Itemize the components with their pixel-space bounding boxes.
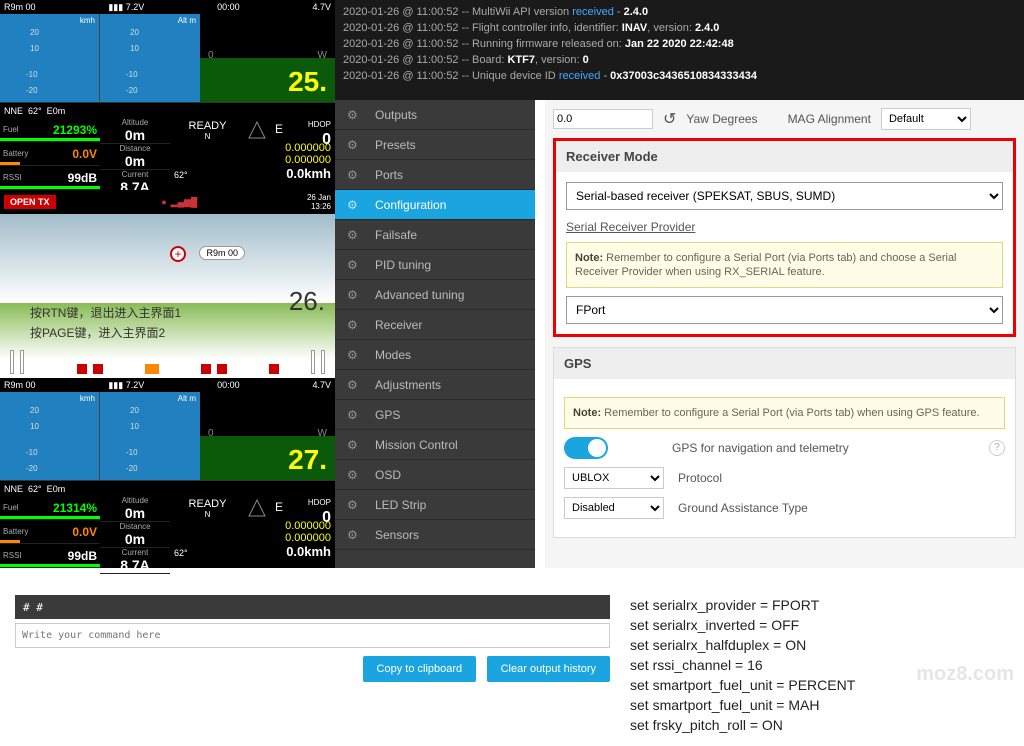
yaw-label: Yaw Degrees (686, 112, 757, 126)
rssi-value: 99dB (68, 171, 97, 185)
nav-item-receiver[interactable]: ⚙Receiver (335, 310, 535, 340)
cli-command: set serialrx_provider = FPORT (630, 595, 855, 615)
ground-assist-label: Ground Assistance Type (678, 501, 808, 515)
gps-toggle[interactable] (564, 437, 608, 459)
help-icon[interactable]: ? (989, 440, 1005, 456)
protocol-select[interactable]: UBLOX (564, 467, 664, 489)
nav-item-osd[interactable]: ⚙OSD (335, 460, 535, 490)
slide-number-27: 27. (288, 444, 327, 476)
opentx-badge: OPEN TX (4, 195, 56, 209)
time: 00:00 (217, 2, 240, 12)
serial-receiver-provider-label: Serial Receiver Provider (566, 220, 1003, 234)
cli-command: set serialrx_inverted = OFF (630, 615, 855, 635)
nav-icon: ⚙ (347, 438, 365, 452)
ground-assist-select[interactable]: Disabled (564, 497, 664, 519)
mag-select[interactable]: Default (881, 108, 971, 130)
nav-icon: ⚙ (347, 168, 365, 182)
cli-command: set frsky_pitch_roll = ON (630, 715, 855, 735)
fuel-value: 21293% (53, 123, 97, 137)
opentx-screen: OPEN TX ● ▂▄▆█ 26 Jan13:26 + R9m 00 按RTN… (0, 190, 335, 378)
log-console: 2020-01-26 @ 11:00:52 -- MultiWii API ve… (335, 0, 1024, 100)
receiver-mode-title: Receiver Mode (556, 141, 1013, 172)
signal-icon: ▂▄▆█ (171, 197, 198, 208)
receiver-mode-select[interactable]: Serial-based receiver (SPEKSAT, SBUS, SU… (566, 182, 1003, 210)
nav-icon: ⚙ (347, 198, 365, 212)
battery-value: 0.0V (72, 147, 97, 161)
nav-item-outputs[interactable]: ⚙Outputs (335, 100, 535, 130)
note-box: Note: Remember to configure a Serial Por… (566, 242, 1003, 288)
nav-item-modes[interactable]: ⚙Modes (335, 340, 535, 370)
nav-icon: ⚙ (347, 138, 365, 152)
nav-icon: ⚙ (347, 228, 365, 242)
nav-icon: ⚙ (347, 288, 365, 302)
instruction-1: 按RTN键，退出进入主界面1 (30, 304, 181, 321)
nav-icon: ⚙ (347, 378, 365, 392)
gps-panel: GPS Note: Remember to configure a Serial… (553, 347, 1016, 538)
gps-title: GPS (554, 348, 1015, 379)
volt1: 7.2V (126, 2, 145, 12)
watermark: moz8.com (916, 663, 1014, 686)
model-name: R9m 00 (4, 2, 36, 12)
nav-item-presets[interactable]: ⚙Presets (335, 130, 535, 160)
nav-icon: ⚙ (347, 108, 365, 122)
serial-receiver-select[interactable]: FPort (566, 296, 1003, 324)
nav-icon: ⚙ (347, 348, 365, 362)
cli-command: set smartport_fuel_unit = MAH (630, 695, 855, 715)
batt-icon: ▮▮▮ (108, 2, 123, 13)
slide-number-26: 26. (289, 286, 325, 317)
nav-icon: ⚙ (347, 528, 365, 542)
protocol-label: Protocol (678, 471, 722, 485)
hud: kmh 20 10 -10 -20 Alt m 20 10 -10 -20 0 … (0, 14, 335, 102)
volt2: 4.7V (312, 2, 331, 12)
nav-icon: ⚙ (347, 498, 365, 512)
nav-item-adjustments[interactable]: ⚙Adjustments (335, 370, 535, 400)
nav-icon: ⚙ (347, 318, 365, 332)
cli-input[interactable] (15, 623, 610, 648)
nav-item-pid-tuning[interactable]: ⚙PID tuning (335, 250, 535, 280)
sidebar-nav: ⚙Outputs⚙Presets⚙Ports⚙Configuration⚙Fai… (335, 100, 535, 568)
receiver-mode-panel: Receiver Mode Serial-based receiver (SPE… (553, 138, 1016, 337)
clear-history-button[interactable]: Clear output history (487, 656, 610, 682)
yaw-icon: ↺ (663, 109, 676, 129)
nav-item-sensors[interactable]: ⚙Sensors (335, 520, 535, 550)
nav-item-configuration[interactable]: ⚙Configuration (335, 190, 535, 220)
slide-number-25: 25. (288, 66, 327, 98)
instruction-2: 按PAGE键，进入主界面2 (30, 324, 165, 341)
config-panel: ↺ Yaw Degrees MAG Alignment Default Rece… (545, 100, 1024, 568)
copy-clipboard-button[interactable]: Copy to clipboard (363, 656, 477, 682)
cli-commands-list: set serialrx_provider = FPORTset serialr… (630, 595, 855, 735)
gps-nav-label: GPS for navigation and telemetry (672, 441, 849, 455)
model-pill: R9m 00 (199, 246, 245, 260)
nav-icon: ⚙ (347, 408, 365, 422)
nav-item-ports[interactable]: ⚙Ports (335, 160, 535, 190)
compass-bar: N NE 62° E 0m (0, 102, 335, 118)
nav-icon: ⚙ (347, 258, 365, 272)
telemetry-screen-1: R9m 00 ▮▮▮ 7.2V 00:00 4.7V kmh 20 10 -10… (0, 0, 335, 190)
cli-command: set rssi_channel = 16 (630, 655, 855, 675)
telemetry-topbar: R9m 00 ▮▮▮ 7.2V 00:00 4.7V (0, 0, 335, 14)
telemetry-screen-2: R9m 00 ▮▮▮ 7.2V 00:00 4.7V kmh 20 10 -10… (0, 378, 335, 568)
plus-icon: + (170, 246, 186, 262)
nav-item-failsafe[interactable]: ⚙Failsafe (335, 220, 535, 250)
nav-item-advanced-tuning[interactable]: ⚙Advanced tuning (335, 280, 535, 310)
nav-item-led-strip[interactable]: ⚙LED Strip (335, 490, 535, 520)
mag-label: MAG Alignment (788, 112, 871, 126)
nav-item-mission-control[interactable]: ⚙Mission Control (335, 430, 535, 460)
yaw-input[interactable] (553, 109, 653, 129)
cli-output: # # (15, 595, 610, 619)
cli-command: set serialrx_halfduplex = ON (630, 635, 855, 655)
cli-panel: # # Copy to clipboard Clear output histo… (15, 595, 610, 682)
kmh-label: kmh (80, 16, 95, 25)
nav-icon: ⚙ (347, 468, 365, 482)
telemetry-stats: Fuel21293% Battery0.0V RSSI99dB Altitude… (0, 118, 335, 190)
cli-command: set smartport_fuel_unit = PERCENT (630, 675, 855, 695)
alt-label: Alt m (178, 16, 196, 25)
nav-item-gps[interactable]: ⚙GPS (335, 400, 535, 430)
